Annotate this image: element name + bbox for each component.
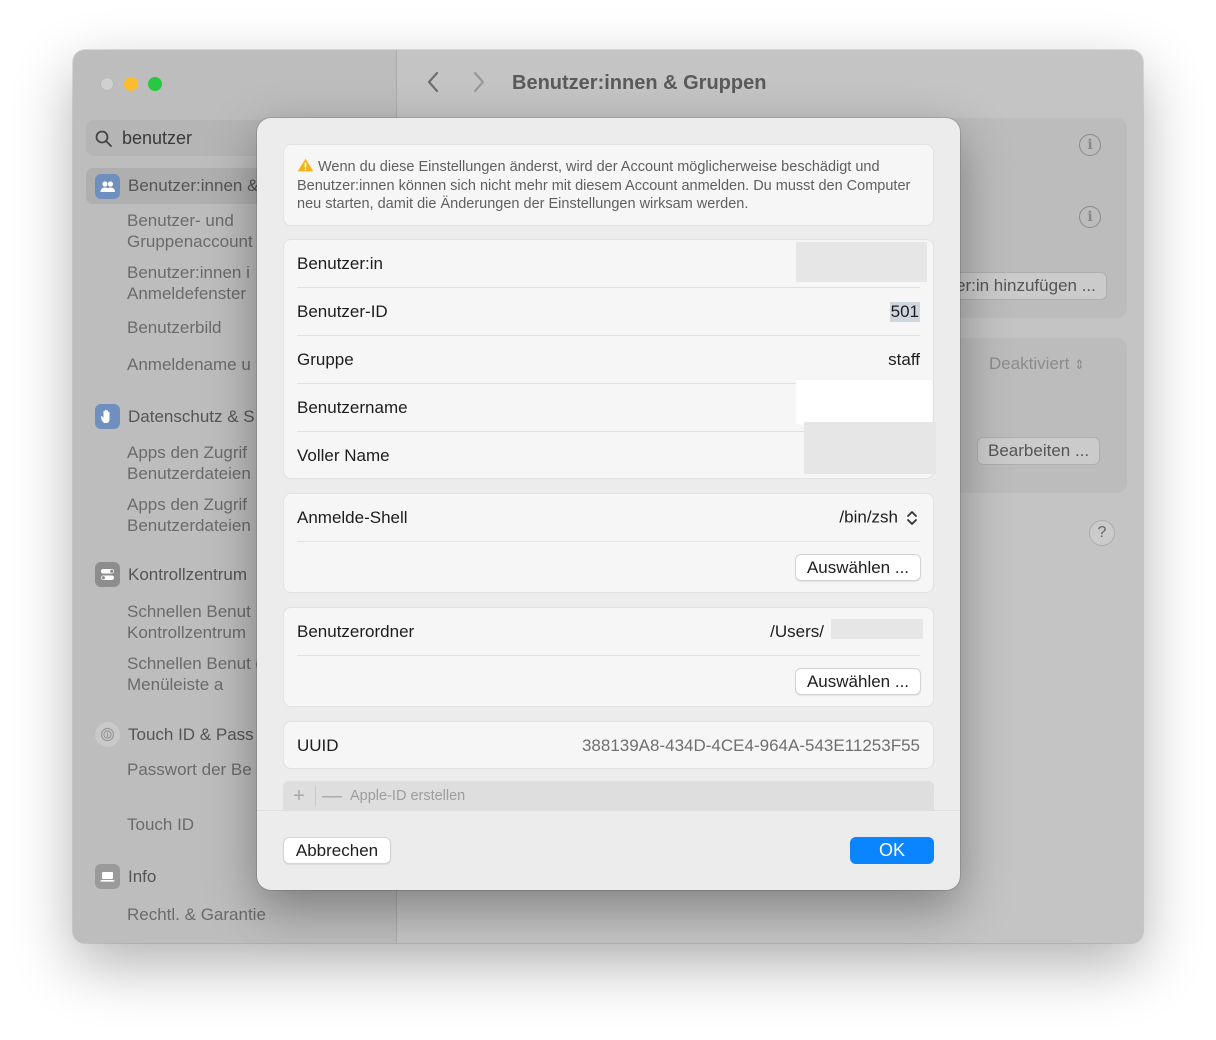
apple-id-toolbar: + — Apple-ID erstellen — [283, 781, 934, 811]
window-controls — [100, 77, 162, 91]
user-id-field[interactable]: 501 — [889, 301, 920, 322]
sidebar-item-touch-id[interactable]: Touch ID & Pass — [86, 722, 254, 747]
minimize-window-button[interactable] — [124, 77, 138, 91]
sidebar-group-label: Info — [128, 866, 157, 886]
home-path-redacted — [831, 619, 923, 639]
info-icon[interactable]: i — [1079, 206, 1101, 228]
info-icon[interactable]: i — [1079, 134, 1101, 156]
laptop-icon — [95, 864, 120, 889]
sidebar-subitem[interactable]: Rechtl. & Garantie — [127, 904, 327, 925]
remove-icon[interactable]: — — [316, 785, 348, 808]
fingerprint-icon — [95, 722, 120, 747]
home-path-field[interactable]: /Users/ — [770, 622, 824, 642]
warning-box: Wenn du diese Einstellungen änderst, wir… — [283, 144, 934, 226]
user-label: Benutzer:in — [297, 253, 383, 273]
warning-text: Wenn du diese Einstellungen änderst, wir… — [297, 159, 911, 212]
account-fields-box: Benutzer:in Benutzer-ID 501 Gruppe staff… — [283, 239, 936, 479]
shell-value: /bin/zsh — [839, 506, 898, 526]
footer-divider — [257, 810, 960, 811]
back-chevron-icon[interactable] — [425, 70, 441, 101]
warning-icon — [297, 158, 314, 172]
sidebar-item-privacy[interactable]: Datenschutz & S — [86, 404, 255, 429]
edit-button[interactable]: Bearbeiten ... — [977, 437, 1101, 465]
group-row: Gruppe staff — [297, 336, 920, 384]
uuid-box: UUID 388139A8-434D-4CE4-964A-543E11253F5… — [283, 721, 934, 769]
help-button[interactable]: ? — [1089, 520, 1115, 546]
search-input[interactable]: benutzer — [122, 128, 192, 149]
deactivated-value: Deaktiviert — [989, 354, 1070, 373]
close-window-button[interactable] — [100, 77, 114, 91]
group-field[interactable]: staff — [888, 350, 920, 370]
search-icon — [95, 130, 112, 147]
shell-label: Anmelde-Shell — [297, 507, 408, 527]
hand-icon — [95, 404, 120, 429]
window-title: Benutzer:innen & Gruppen — [512, 72, 767, 94]
zoom-window-button[interactable] — [148, 77, 162, 91]
popup-stepper-icon — [904, 507, 920, 529]
choose-shell-button[interactable]: Auswählen ... — [795, 554, 921, 581]
shell-popup[interactable]: /bin/zsh — [839, 507, 920, 529]
user-value-redacted[interactable] — [796, 242, 927, 282]
cancel-button[interactable]: Abbrechen — [283, 837, 391, 864]
ok-button[interactable]: OK — [850, 837, 934, 864]
sidebar-group-label: Datenschutz & S — [128, 406, 255, 426]
uuid-label: UUID — [297, 736, 339, 755]
sidebar-group-label: Touch ID & Pass — [128, 724, 254, 744]
add-user-button[interactable]: er:in hinzufügen ... — [945, 272, 1107, 300]
fullname-label: Voller Name — [297, 446, 390, 465]
group-label: Gruppe — [297, 349, 354, 369]
fullname-value-redacted[interactable] — [804, 422, 936, 474]
popup-stepper-icon: ⇕ — [1074, 357, 1085, 372]
home-label: Benutzerordner — [297, 621, 415, 641]
uuid-row: UUID 388139A8-434D-4CE4-964A-543E11253F5… — [297, 722, 920, 770]
username-value-redacted[interactable] — [796, 380, 932, 424]
create-apple-id-label[interactable]: Apple-ID erstellen — [350, 788, 465, 804]
home-folder-box: Benutzerordner /Users/ Auswählen ... — [283, 607, 934, 707]
login-shell-box: Anmelde-Shell /bin/zsh Auswählen ... — [283, 493, 934, 593]
toggles-icon — [95, 562, 120, 587]
uuid-field[interactable]: 388139A8-434D-4CE4-964A-543E11253F55 — [582, 736, 920, 756]
advanced-options-dialog: Wenn du diese Einstellungen änderst, wir… — [257, 118, 960, 890]
add-icon[interactable]: + — [283, 785, 315, 808]
username-label: Benutzername — [297, 397, 408, 417]
deactivated-popup[interactable]: Deaktiviert ⇕ — [989, 354, 1085, 374]
shell-row: Anmelde-Shell /bin/zsh — [297, 494, 920, 542]
home-row: Benutzerordner /Users/ — [297, 608, 920, 656]
user-id-row: Benutzer-ID 501 — [297, 288, 920, 336]
sidebar-item-info[interactable]: Info — [86, 864, 156, 889]
sidebar-group-label: Kontrollzentrum — [128, 564, 248, 584]
user-id-label: Benutzer-ID — [297, 301, 388, 321]
choose-home-button[interactable]: Auswählen ... — [795, 668, 921, 695]
sidebar-item-control-center[interactable]: Kontrollzentrum — [86, 562, 247, 587]
forward-chevron-icon[interactable] — [471, 70, 487, 101]
sidebar-group-label: Benutzer:innen & — [128, 176, 259, 195]
users-icon — [95, 173, 120, 199]
